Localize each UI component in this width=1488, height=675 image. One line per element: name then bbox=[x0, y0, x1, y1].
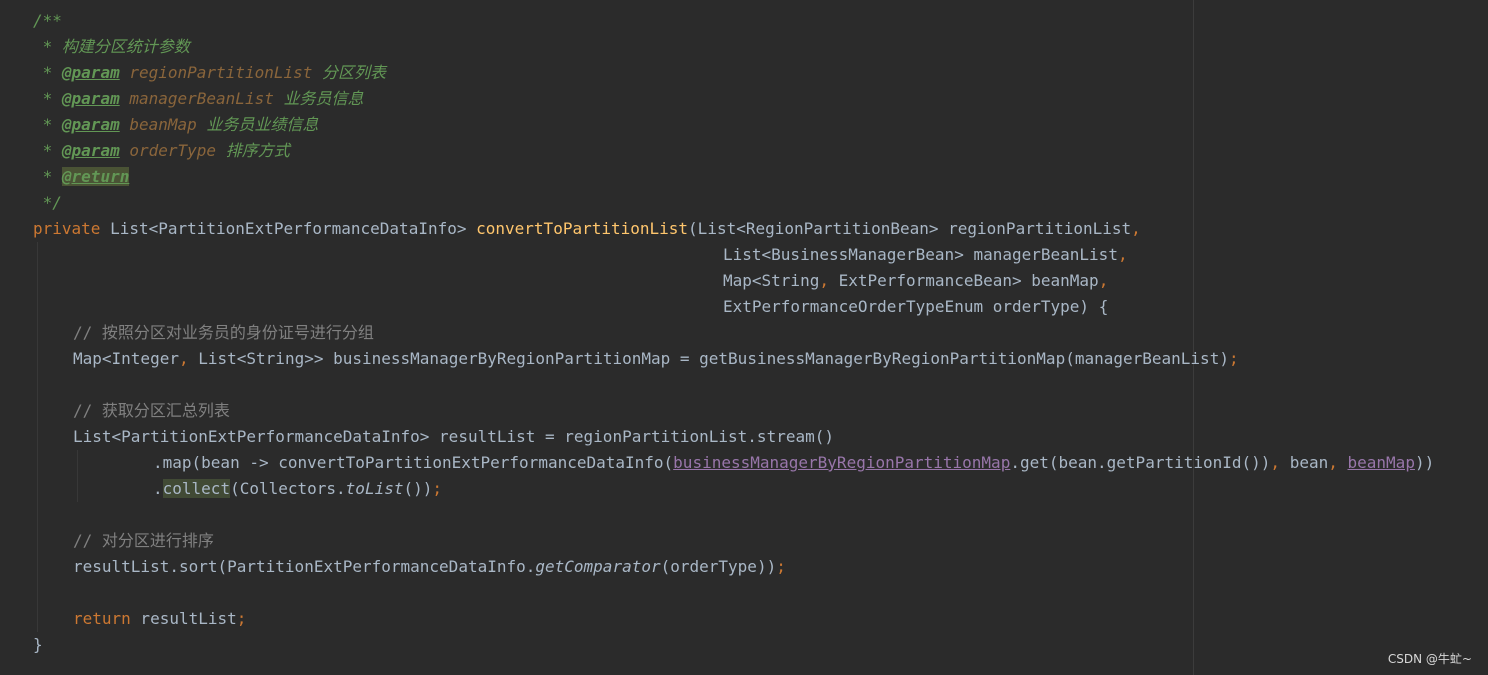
semicolon: ; bbox=[776, 557, 786, 576]
argument-4: orderType bbox=[992, 297, 1080, 316]
static-method: toList bbox=[345, 479, 404, 498]
field-reference: beanMap bbox=[1347, 453, 1415, 472]
comma: , bbox=[178, 349, 189, 368]
code-text: (orderType)) bbox=[660, 557, 777, 576]
param-tag: @param bbox=[61, 115, 120, 134]
line-comment: // 按照分区对业务员的身份证号进行分组 bbox=[73, 323, 374, 342]
comma: , bbox=[819, 271, 829, 290]
comma: , bbox=[1117, 245, 1128, 264]
param-desc: 业务员业绩信息 bbox=[206, 115, 319, 134]
code-line-2[interactable]: * 构建分区统计参数 bbox=[33, 34, 190, 60]
doc-star: * bbox=[33, 89, 62, 108]
code-line-12[interactable]: ExtPerformanceOrderTypeEnum orderType) { bbox=[723, 294, 1108, 320]
keyword-private: private bbox=[33, 219, 101, 238]
code-line-9[interactable]: private List<PartitionExtPerformanceData… bbox=[33, 216, 1141, 242]
comma: , bbox=[1098, 271, 1109, 290]
argument-3: ExtPerformanceBean> beanMap bbox=[828, 271, 1099, 290]
argument-3-type: Map<String bbox=[723, 271, 820, 290]
code-text: resultList bbox=[130, 609, 237, 628]
line-comment: // 对分区进行排序 bbox=[73, 531, 214, 550]
code-editor[interactable]: /** * 构建分区统计参数 * @param regionPartitionL… bbox=[0, 0, 1488, 675]
doc-description: * 构建分区统计参数 bbox=[33, 37, 190, 56]
field-reference: businessManagerByRegionPartitionMap bbox=[673, 453, 1011, 472]
code-line-17[interactable]: List<PartitionExtPerformanceDataInfo> re… bbox=[73, 424, 834, 450]
param-desc: 分区列表 bbox=[322, 63, 387, 82]
code-line-5[interactable]: * @param beanMap 业务员业绩信息 bbox=[33, 112, 319, 138]
code-text: )) bbox=[1414, 453, 1435, 472]
closing-brace: } bbox=[33, 635, 43, 654]
code-line-14[interactable]: Map<Integer, List<String>> businessManag… bbox=[73, 346, 1239, 372]
indent-guide-chain bbox=[77, 450, 78, 502]
return-tag: @return bbox=[61, 167, 130, 186]
code-text: resultList.sort(PartitionExtPerformanceD… bbox=[73, 557, 536, 576]
highlighted-method: collect bbox=[162, 479, 231, 498]
doc-star: * bbox=[33, 167, 62, 186]
code-line-16[interactable]: // 获取分区汇总列表 bbox=[73, 398, 230, 424]
argument-2: List<BusinessManagerBean> managerBeanLis… bbox=[723, 245, 1118, 264]
doc-close: */ bbox=[33, 193, 62, 212]
comma: , bbox=[1270, 453, 1281, 472]
code-line-21[interactable]: // 对分区进行排序 bbox=[73, 528, 214, 554]
param-name: regionPartitionList bbox=[129, 63, 313, 82]
comma: , bbox=[1328, 453, 1338, 472]
code-text: Map<Integer bbox=[73, 349, 179, 368]
code-line-25[interactable]: } bbox=[33, 632, 43, 658]
param-desc: 排序方式 bbox=[225, 141, 290, 160]
right-margin-guide bbox=[1193, 0, 1194, 675]
code-line-8[interactable]: */ bbox=[33, 190, 62, 216]
code-text: ()) bbox=[403, 479, 433, 498]
code-text: List<String>> businessManagerByRegionPar… bbox=[188, 349, 1229, 368]
doc-star: * bbox=[33, 63, 62, 82]
code-line-11[interactable]: Map<String, ExtPerformanceBean> beanMap, bbox=[723, 268, 1108, 294]
param-tag: @param bbox=[61, 63, 120, 82]
semicolon: ; bbox=[432, 479, 443, 498]
code-text: .get(bean.getPartitionId()) bbox=[1010, 453, 1271, 472]
code-line-3[interactable]: * @param regionPartitionList 分区列表 bbox=[33, 60, 386, 86]
param-name: beanMap bbox=[129, 115, 197, 134]
argument-4-type: ExtPerformanceOrderTypeEnum bbox=[723, 297, 993, 316]
code-text: bean bbox=[1280, 453, 1329, 472]
code-line-24[interactable]: return resultList; bbox=[73, 606, 246, 632]
code-line-1[interactable]: /** bbox=[33, 8, 62, 34]
semicolon: ; bbox=[236, 609, 247, 628]
param-name: managerBeanList bbox=[129, 89, 274, 108]
code-text: . bbox=[153, 479, 163, 498]
code-line-19[interactable]: .collect(Collectors.toList()); bbox=[153, 476, 442, 502]
return-type: List<PartitionExtPerformanceDataInfo> bbox=[100, 219, 477, 238]
line-comment: // 获取分区汇总列表 bbox=[73, 401, 230, 420]
argument-1: (List<RegionPartitionBean> regionPartiti… bbox=[688, 219, 1132, 238]
code-text: .map(bean -> convertToPartitionExtPerfor… bbox=[153, 453, 674, 472]
param-desc: 业务员信息 bbox=[283, 89, 364, 108]
code-line-6[interactable]: * @param orderType 排序方式 bbox=[33, 138, 290, 164]
static-method: getComparator bbox=[535, 557, 661, 576]
keyword-return: return bbox=[73, 609, 131, 628]
doc-star: * bbox=[33, 115, 62, 134]
code-text: (Collectors. bbox=[230, 479, 346, 498]
code-text: List<PartitionExtPerformanceDataInfo> re… bbox=[73, 427, 834, 446]
signature-close: ) { bbox=[1079, 297, 1109, 316]
watermark: CSDN @牛虻~ bbox=[1387, 652, 1472, 666]
code-line-22[interactable]: resultList.sort(PartitionExtPerformanceD… bbox=[73, 554, 786, 580]
code-line-10[interactable]: List<BusinessManagerBean> managerBeanLis… bbox=[723, 242, 1128, 268]
code-line-18[interactable]: .map(bean -> convertToPartitionExtPerfor… bbox=[153, 450, 1434, 476]
semicolon: ; bbox=[1228, 349, 1239, 368]
doc-star: * bbox=[33, 141, 62, 160]
comma: , bbox=[1131, 219, 1141, 238]
code-line-4[interactable]: * @param managerBeanList 业务员信息 bbox=[33, 86, 364, 112]
code-line-7[interactable]: * @return bbox=[33, 164, 130, 190]
code-line-13[interactable]: // 按照分区对业务员的身份证号进行分组 bbox=[73, 320, 374, 346]
doc-open: /** bbox=[33, 11, 62, 30]
method-name: convertToPartitionList bbox=[476, 219, 689, 238]
param-tag: @param bbox=[61, 141, 120, 160]
param-tag: @param bbox=[61, 89, 120, 108]
indent-guide bbox=[37, 242, 38, 632]
param-name: orderType bbox=[129, 141, 217, 160]
